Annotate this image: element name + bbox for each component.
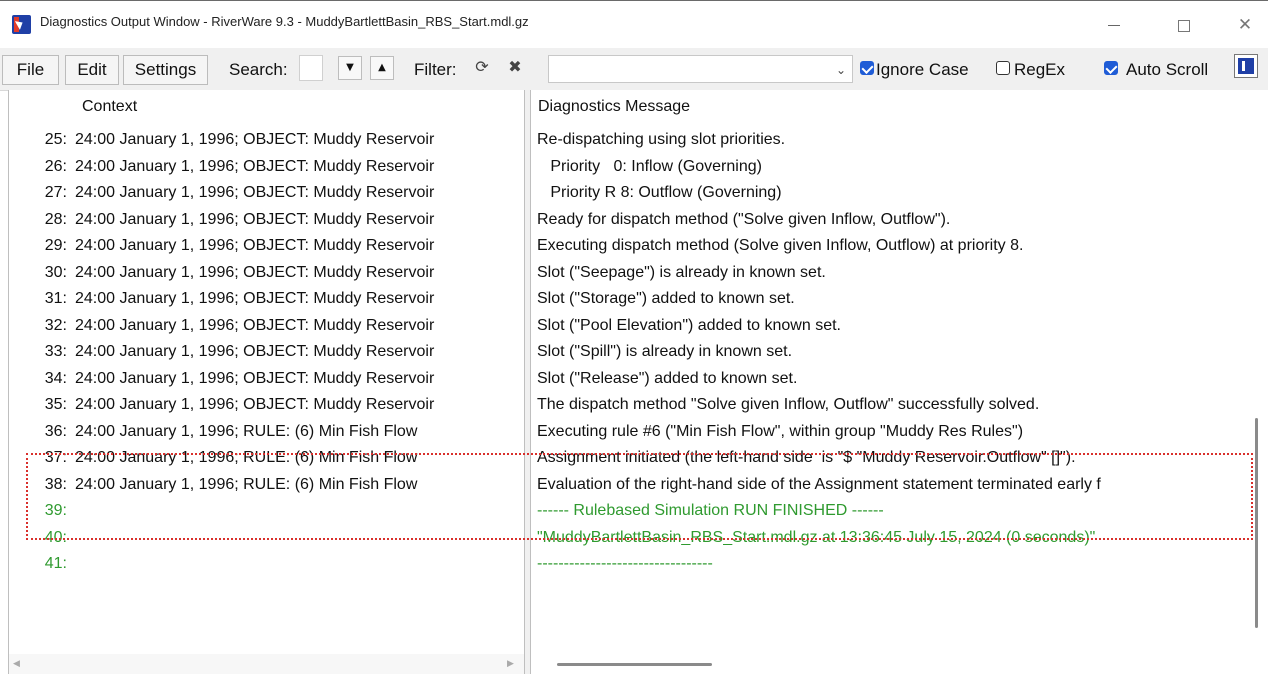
ignore-case-checkbox[interactable] [860,61,874,75]
message-cell[interactable]: Ready for dispatch method ("Solve given … [537,211,1265,229]
message-cell[interactable]: Assignment initiated (the left-hand side… [537,449,1265,467]
refresh-icon: ⟳ [475,57,489,76]
ignore-case-label: Ignore Case [876,60,969,79]
search-next-button[interactable]: ▼ [338,56,362,80]
context-cell[interactable]: 24:00 January 1, 1996; OBJECT: Muddy Res… [75,184,434,202]
row-number: 30: [44,264,67,281]
message-cell[interactable]: Executing rule #6 ("Min Fish Flow", with… [537,423,1265,441]
context-cell[interactable]: 24:00 January 1, 1996; OBJECT: Muddy Res… [75,370,434,388]
clear-icon: ✖ [508,57,522,76]
row-number: 26: [44,158,67,175]
context-cell[interactable]: 24:00 January 1, 1996; OBJECT: Muddy Res… [75,396,434,414]
message-cell[interactable]: Priority 0: Inflow (Governing) [537,158,1265,176]
message-cell[interactable]: Slot ("Release") added to known set. [537,370,1265,388]
context-cell[interactable]: 24:00 January 1, 1996; OBJECT: Muddy Res… [75,317,434,335]
context-hscrollbar[interactable]: ◀ ▶ [9,654,524,674]
filter-label: Filter: [414,60,457,79]
context-cell[interactable]: 24:00 January 1, 1996; OBJECT: Muddy Res… [75,343,434,361]
auto-scroll-label: Auto Scroll [1126,60,1209,79]
message-hscrollbar[interactable] [531,654,1267,674]
message-panel[interactable]: Diagnostics Message Re-dispatching using… [530,90,1268,674]
maximize-button[interactable] [1161,9,1207,41]
edit-menu[interactable]: Edit [65,55,119,85]
search-prev-button[interactable]: ▲ [370,56,394,80]
maximize-icon [1178,19,1190,32]
row-number: 35: [44,396,67,413]
close-icon: ✕ [1237,15,1253,35]
context-cell[interactable]: 24:00 January 1, 1996; RULE: (6) Min Fis… [75,449,417,467]
row-number: 31: [44,290,67,307]
row-number: 39: [44,502,67,519]
row-number: 33: [44,343,67,360]
minimize-button[interactable] [1091,9,1137,41]
riverware-logo-icon [12,15,31,34]
row-number: 38: [44,476,67,493]
search-label: Search: [229,60,288,79]
message-cell[interactable]: --------------------------------- [537,555,1265,573]
message-cell[interactable]: Re-dispatching using slot priorities. [537,131,1265,149]
window-title: Diagnostics Output Window - RiverWare 9.… [40,14,529,29]
row-number: 40: [44,529,67,546]
context-column-header[interactable]: Context [82,98,137,116]
row-number: 34: [44,370,67,387]
row-number: 41: [44,555,67,572]
scroll-right-icon[interactable]: ▶ [507,659,514,669]
message-cell[interactable]: Evaluation of the right-hand side of the… [537,476,1265,494]
minimize-icon [1108,25,1120,26]
regex-checkbox[interactable] [996,61,1010,75]
row-number: 28: [44,211,67,228]
row-number: 29: [44,237,67,254]
message-cell[interactable]: "MuddyBartlettBasin_RBS_Start.mdl.gz at … [537,529,1265,547]
message-hscrollbar-thumb[interactable] [557,663,712,666]
context-cell[interactable]: 24:00 January 1, 1996; RULE: (6) Min Fis… [75,423,417,441]
context-cell[interactable]: 24:00 January 1, 1996; RULE: (6) Min Fis… [75,476,417,494]
regex-label: RegEx [1014,60,1066,79]
clear-filter-button[interactable]: ✖ [505,56,525,78]
message-column-header[interactable]: Diagnostics Message [538,98,690,116]
filter-combobox[interactable]: ⌄ [548,55,853,83]
row-number: 36: [44,423,67,440]
context-cell[interactable]: 24:00 January 1, 1996; OBJECT: Muddy Res… [75,290,434,308]
chevron-down-icon[interactable]: ⌄ [836,60,846,80]
context-cell[interactable]: 24:00 January 1, 1996; OBJECT: Muddy Res… [75,264,434,282]
message-cell[interactable]: Slot ("Spill") is already in known set. [537,343,1265,361]
context-cell[interactable]: 24:00 January 1, 1996; OBJECT: Muddy Res… [75,211,434,229]
row-number: 37: [44,449,67,466]
message-cell[interactable]: The dispatch method "Solve given Inflow,… [537,396,1265,414]
context-cell[interactable]: 24:00 January 1, 1996; OBJECT: Muddy Res… [75,131,434,149]
context-cell[interactable]: 24:00 January 1, 1996; OBJECT: Muddy Res… [75,237,434,255]
row-number: 25: [44,131,67,148]
message-cell[interactable]: Slot ("Seepage") is already in known set… [537,264,1265,282]
arrow-down-icon: ▼ [346,62,354,73]
message-vscrollbar-thumb[interactable] [1255,418,1258,628]
message-cell[interactable]: Slot ("Pool Elevation") added to known s… [537,317,1265,335]
close-button[interactable]: ✕ [1222,9,1268,41]
row-number: 27: [44,184,67,201]
refresh-filter-button[interactable]: ⟳ [472,56,492,78]
riverware-button[interactable] [1234,54,1258,78]
context-cell[interactable]: 24:00 January 1, 1996; OBJECT: Muddy Res… [75,158,434,176]
context-panel[interactable]: Context 25: 24:00 January 1, 1996; OBJECT… [8,90,525,674]
message-cell[interactable]: Slot ("Storage") added to known set. [537,290,1265,308]
row-number: 32: [44,317,67,334]
title-bar: Diagnostics Output Window - RiverWare 9.… [0,0,1268,49]
settings-menu[interactable]: Settings [123,55,208,85]
message-cell[interactable]: Executing dispatch method (Solve given I… [537,237,1265,255]
scroll-left-icon[interactable]: ◀ [13,659,20,669]
message-cell[interactable]: ------ Rulebased Simulation RUN FINISHED… [537,502,1265,520]
search-input[interactable] [299,55,323,81]
message-cell[interactable]: Priority R 8: Outflow (Governing) [537,184,1265,202]
file-menu[interactable]: File [2,55,59,85]
auto-scroll-checkbox[interactable] [1104,61,1118,75]
arrow-up-icon: ▲ [378,62,386,73]
